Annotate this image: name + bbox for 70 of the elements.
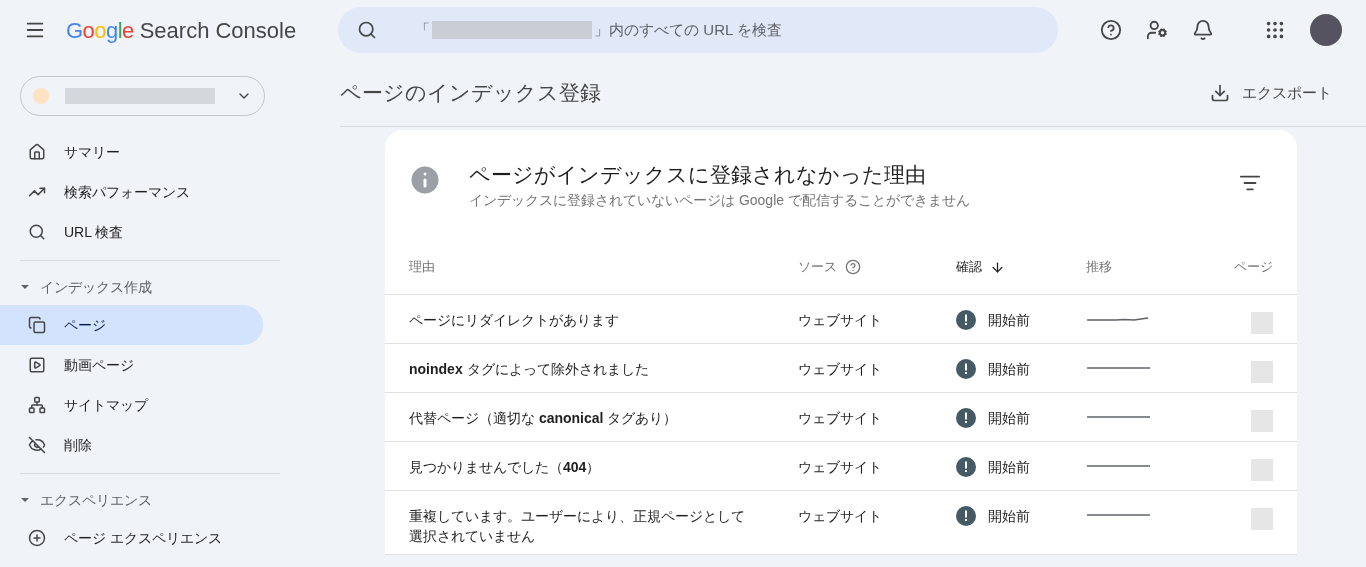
download-icon <box>1210 83 1230 103</box>
source-cell-text: ウェブサイト <box>798 409 883 428</box>
table-row[interactable]: noindex タグによって除外されました ウェブサイト 開始前 <box>385 344 1297 393</box>
logo-text: Google <box>66 16 134 45</box>
video-icon <box>28 356 46 374</box>
redacted-block <box>1251 361 1273 383</box>
sidebar-item[interactable]: 動画ページ <box>0 345 263 385</box>
card-subtitle: インデックスに登録されていないページは Google で配信することができません <box>469 191 970 210</box>
redacted-block <box>1251 508 1273 530</box>
sidebar-item[interactable]: サイトマップ <box>0 385 263 425</box>
search-field[interactable]: 「 」内のすべての URL を検査 <box>338 7 1059 53</box>
eye-off-icon <box>28 436 46 454</box>
redacted-block <box>1251 459 1273 481</box>
sidebar-item[interactable]: ページ <box>0 305 263 345</box>
column-header[interactable]: 理由 <box>409 257 435 277</box>
sort-arrow-icon[interactable] <box>990 259 1005 275</box>
table-row[interactable]: 重複しています。ユーザーにより、正規ページとして選択されていません ウェブサイト 開始前 <box>385 491 1297 555</box>
account-avatar[interactable] <box>1310 14 1343 46</box>
reason-cell-text: noindex タグによって除外されました <box>409 360 650 379</box>
sidebar-item[interactable]: ページ エクスペリエンス <box>0 518 263 558</box>
validation-cell-text: 開始前 <box>988 507 1030 526</box>
column-header[interactable]: 推移 <box>1086 257 1112 277</box>
sitemap-icon <box>28 396 46 414</box>
notifications-icon[interactable] <box>1192 19 1215 41</box>
alert-icon <box>956 408 976 428</box>
plus-circle-icon <box>28 529 46 547</box>
alert-icon <box>956 310 976 330</box>
reason-cell-text: 見つかりませんでした（404） <box>409 458 602 477</box>
sidebar-item[interactable]: 削除 <box>0 425 263 465</box>
redacted-block <box>1251 312 1273 334</box>
sidebar-item[interactable]: URL 検査 <box>0 212 263 252</box>
validation-cell-text: 開始前 <box>988 311 1030 330</box>
source-cell-text: ウェブサイト <box>798 360 883 379</box>
caret-icon <box>20 282 30 292</box>
page-title: ページのインデックス登録 <box>340 80 601 107</box>
export-button[interactable]: エクスポート <box>1210 81 1332 105</box>
table-row[interactable]: 代替ページ（適切な canonical タグあり） ウェブサイト 開始前 <box>385 393 1297 442</box>
source-cell-text: ウェブサイト <box>798 458 883 477</box>
validation-cell-text: 開始前 <box>988 458 1030 477</box>
help-icon[interactable] <box>845 259 861 275</box>
sidebar-item[interactable]: 検索パフォーマンス <box>0 172 263 212</box>
site-icon <box>33 88 49 104</box>
search-icon <box>28 223 46 241</box>
user-settings-icon[interactable] <box>1146 19 1169 41</box>
alert-icon <box>956 457 976 477</box>
home-icon <box>28 143 46 161</box>
caret-icon <box>20 495 30 505</box>
reason-cell-text: 重複しています。ユーザーにより、正規ページとして選択されていません <box>409 507 746 546</box>
pages-icon <box>28 316 46 334</box>
alert-icon <box>956 359 976 379</box>
alert-icon <box>956 506 976 526</box>
section-header[interactable]: エクスペリエンス <box>0 482 280 518</box>
source-cell-text: ウェブサイト <box>798 311 883 330</box>
reason-cell-text: 代替ページ（適切な canonical タグあり） <box>409 409 679 428</box>
column-header[interactable]: ページ <box>1234 257 1273 277</box>
section-header[interactable]: インデックス作成 <box>0 269 280 305</box>
column-header[interactable]: ソース <box>798 257 837 277</box>
source-cell-text: ウェブサイト <box>798 507 883 526</box>
column-header[interactable]: 確認 <box>956 257 982 277</box>
product-name: Search Console <box>139 16 297 45</box>
validation-cell-text: 開始前 <box>988 360 1030 379</box>
redacted-block <box>1251 410 1273 432</box>
help-icon[interactable] <box>1100 19 1123 41</box>
sidebar-item[interactable]: サマリー <box>0 132 263 172</box>
search-icon <box>357 20 378 40</box>
table-row[interactable]: ページにリダイレクトがあります ウェブサイト 開始前 <box>385 295 1297 344</box>
table-row[interactable]: 見つかりませんでした（404） ウェブサイト 開始前 <box>385 442 1297 491</box>
validation-cell-text: 開始前 <box>988 409 1030 428</box>
reason-cell-text: ページにリダイレクトがあります <box>409 311 620 330</box>
card-title: ページがインデックスに登録されなかった理由 <box>469 162 927 188</box>
